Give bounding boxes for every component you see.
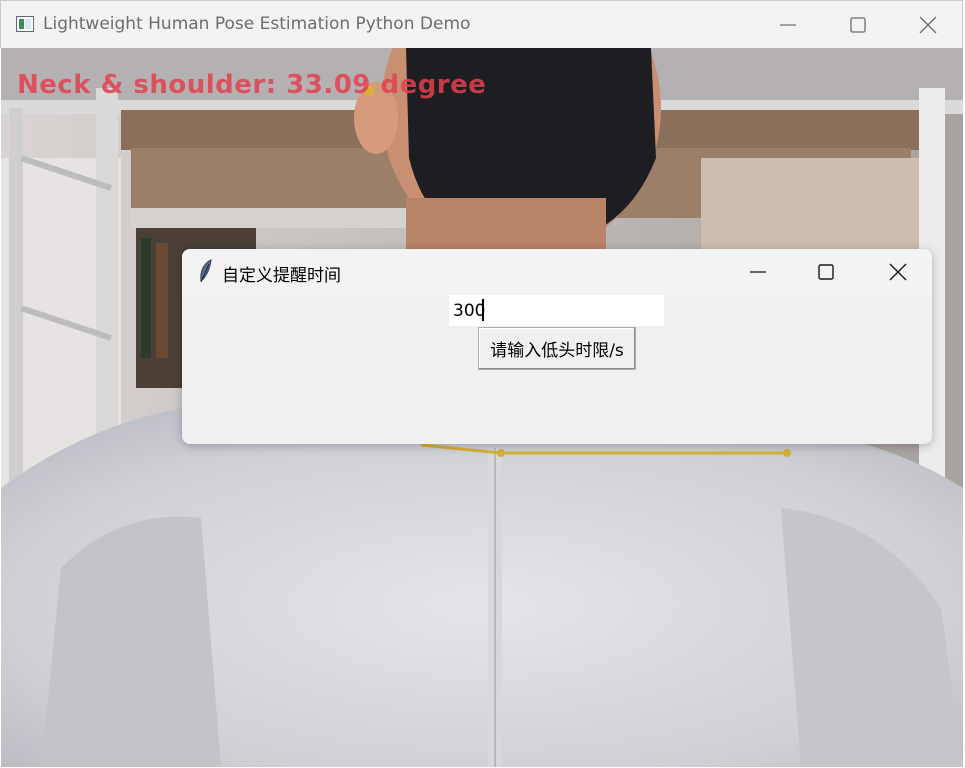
maximize-button[interactable] [823, 1, 893, 49]
maximize-icon [850, 17, 866, 33]
minimize-icon [780, 24, 796, 26]
app-icon [16, 16, 34, 32]
reminder-dialog: 自定义提醒时间 请输入低头时限/s [182, 249, 932, 444]
main-titlebar[interactable]: Lightweight Human Pose Estimation Python… [0, 0, 963, 48]
dialog-title: 自定义提醒时间 [222, 266, 341, 286]
window-title: Lightweight Human Pose Estimation Python… [43, 14, 471, 34]
dialog-titlebar[interactable]: 自定义提醒时间 [182, 249, 932, 295]
close-icon [919, 16, 937, 34]
feather-icon [200, 259, 212, 283]
minimize-button[interactable] [753, 1, 823, 49]
text-caret [482, 299, 484, 321]
dialog-maximize-button[interactable] [792, 249, 860, 295]
close-icon [889, 263, 907, 281]
confirm-time-limit-button[interactable]: 请输入低头时限/s [478, 327, 636, 370]
dialog-close-button[interactable] [864, 249, 932, 295]
pose-angle-overlay: Neck & shoulder: 33.09 degree [17, 70, 487, 100]
dialog-minimize-button[interactable] [724, 249, 792, 295]
close-button[interactable] [893, 1, 963, 49]
maximize-icon [818, 264, 834, 280]
minimize-icon [750, 271, 766, 273]
